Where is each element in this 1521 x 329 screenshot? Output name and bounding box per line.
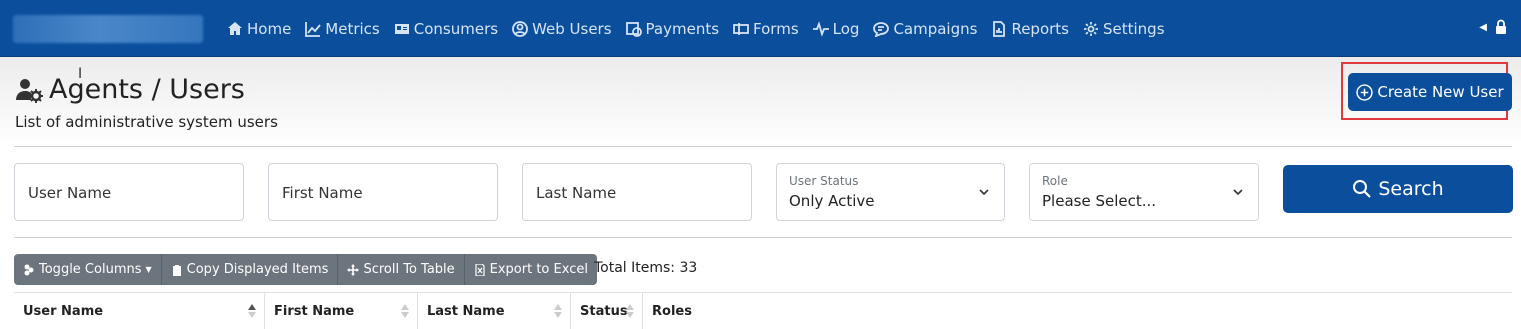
search-icon — [1353, 180, 1372, 198]
user-circle-icon — [512, 20, 528, 37]
column-header-lastname[interactable]: Last Name — [418, 293, 571, 329]
lastname-placeholder: Last Name — [536, 184, 617, 202]
scroll-to-table-button[interactable]: Scroll To Table — [338, 254, 465, 285]
user-menu[interactable]: ◀ — [1479, 19, 1507, 35]
copy-displayed-items-label: Copy Displayed Items — [186, 262, 329, 277]
user-status-select[interactable]: User Status Only Active — [776, 163, 1005, 221]
column-header-label: Status — [580, 303, 628, 319]
sort-icon — [401, 304, 409, 318]
nav-reports-label: Reports — [1011, 19, 1069, 38]
lastname-input[interactable]: Last Name — [522, 163, 752, 221]
nav-home-label: Home — [247, 19, 292, 38]
create-new-user-button[interactable]: Create New User — [1348, 73, 1512, 111]
toggle-columns-button[interactable]: Toggle Columns ▼ — [14, 254, 162, 285]
page-title: Agents / Users — [15, 74, 245, 105]
nav-home[interactable]: Home — [227, 20, 291, 38]
nav-metrics-label: Metrics — [325, 19, 380, 38]
copy-displayed-items-button[interactable]: Copy Displayed Items — [161, 254, 339, 285]
chevron-down-icon — [1233, 189, 1243, 196]
nav-web-users-label: Web Users — [532, 19, 612, 38]
firstname-placeholder: First Name — [282, 184, 363, 202]
column-header-firstname[interactable]: First Name — [265, 293, 418, 329]
column-header-roles[interactable]: Roles — [643, 293, 1512, 329]
forms-icon — [733, 22, 749, 35]
username-input[interactable]: User Name — [14, 163, 244, 221]
role-label: Role — [1042, 174, 1068, 188]
nav-consumers[interactable]: Consumers — [394, 20, 498, 38]
id-card-icon — [394, 23, 409, 34]
page-title-text: Agents / Users — [49, 74, 245, 105]
chart-icon — [305, 21, 321, 37]
chevron-down-icon — [979, 189, 989, 196]
pulse-icon — [812, 20, 829, 37]
filter-divider — [14, 237, 1512, 238]
dropdown-caret-icon: ▼ — [145, 265, 152, 274]
username-placeholder: User Name — [28, 184, 112, 202]
column-header-status[interactable]: Status — [571, 293, 643, 329]
arrows-icon — [347, 263, 360, 276]
lock-icon — [1496, 19, 1506, 34]
column-header-label: Roles — [652, 303, 692, 319]
caret-left-icon: ◀ — [1479, 21, 1487, 33]
role-value: Please Select... — [1042, 192, 1157, 210]
plus-circle-icon — [1356, 83, 1374, 101]
columns-icon — [24, 264, 34, 275]
toggle-columns-label: Toggle Columns — [39, 262, 142, 277]
main-nav: Home Metrics Consumers Web Users Payment… — [227, 0, 1179, 57]
nav-settings-label: Settings — [1103, 19, 1165, 38]
sort-icon — [554, 304, 562, 318]
app-logo[interactable] — [13, 15, 203, 43]
nav-forms-label: Forms — [753, 19, 799, 38]
user-status-label: User Status — [789, 174, 859, 188]
role-select[interactable]: Role Please Select... — [1029, 163, 1259, 221]
nav-log-label: Log — [832, 19, 860, 38]
sort-asc-icon — [248, 304, 256, 318]
nav-payments[interactable]: Payments — [625, 19, 720, 38]
scroll-to-table-label: Scroll To Table — [363, 262, 455, 277]
home-icon — [228, 21, 242, 35]
report-icon — [993, 20, 1006, 37]
table-toolbar: Toggle Columns ▼ Copy Displayed Items Sc… — [14, 254, 597, 285]
nav-metrics[interactable]: Metrics — [305, 19, 380, 38]
column-header-label: User Name — [23, 303, 104, 319]
column-header-label: Last Name — [427, 303, 505, 319]
excel-file-icon — [475, 263, 485, 276]
nav-reports[interactable]: Reports — [991, 20, 1069, 38]
search-button-label: Search — [1378, 178, 1444, 200]
user-gear-icon — [16, 78, 43, 103]
nav-forms[interactable]: Forms — [733, 20, 799, 38]
nav-web-users[interactable]: Web Users — [512, 19, 612, 38]
nav-payments-label: Payments — [645, 19, 720, 38]
column-header-username[interactable]: User Name — [14, 293, 265, 329]
search-button[interactable]: Search — [1283, 165, 1513, 213]
top-navbar: Home Metrics Consumers Web Users Payment… — [0, 0, 1521, 57]
table-header: User Name First Name Last Name Status Ro… — [14, 292, 1512, 329]
user-status-value: Only Active — [789, 192, 875, 210]
nav-settings[interactable]: Settings — [1083, 20, 1165, 38]
clipboard-icon — [172, 264, 181, 276]
column-header-label: First Name — [274, 303, 355, 319]
payments-icon — [625, 21, 642, 37]
total-items-count: Total Items: 33 — [594, 260, 698, 276]
page-subtitle: List of administrative system users — [15, 113, 278, 131]
nav-campaigns-label: Campaigns — [893, 19, 978, 38]
firstname-input[interactable]: First Name — [268, 163, 498, 221]
export-to-excel-label: Export to Excel — [489, 262, 588, 277]
sort-icon — [626, 304, 634, 318]
nav-campaigns[interactable]: Campaigns — [873, 20, 977, 38]
nav-log[interactable]: Log — [812, 19, 860, 38]
chat-icon — [873, 21, 890, 37]
create-new-user-label: Create New User — [1377, 83, 1504, 101]
gear-icon — [1084, 21, 1098, 36]
header-divider — [14, 146, 1512, 147]
nav-consumers-label: Consumers — [413, 19, 499, 38]
export-to-excel-button[interactable]: Export to Excel — [464, 254, 597, 285]
